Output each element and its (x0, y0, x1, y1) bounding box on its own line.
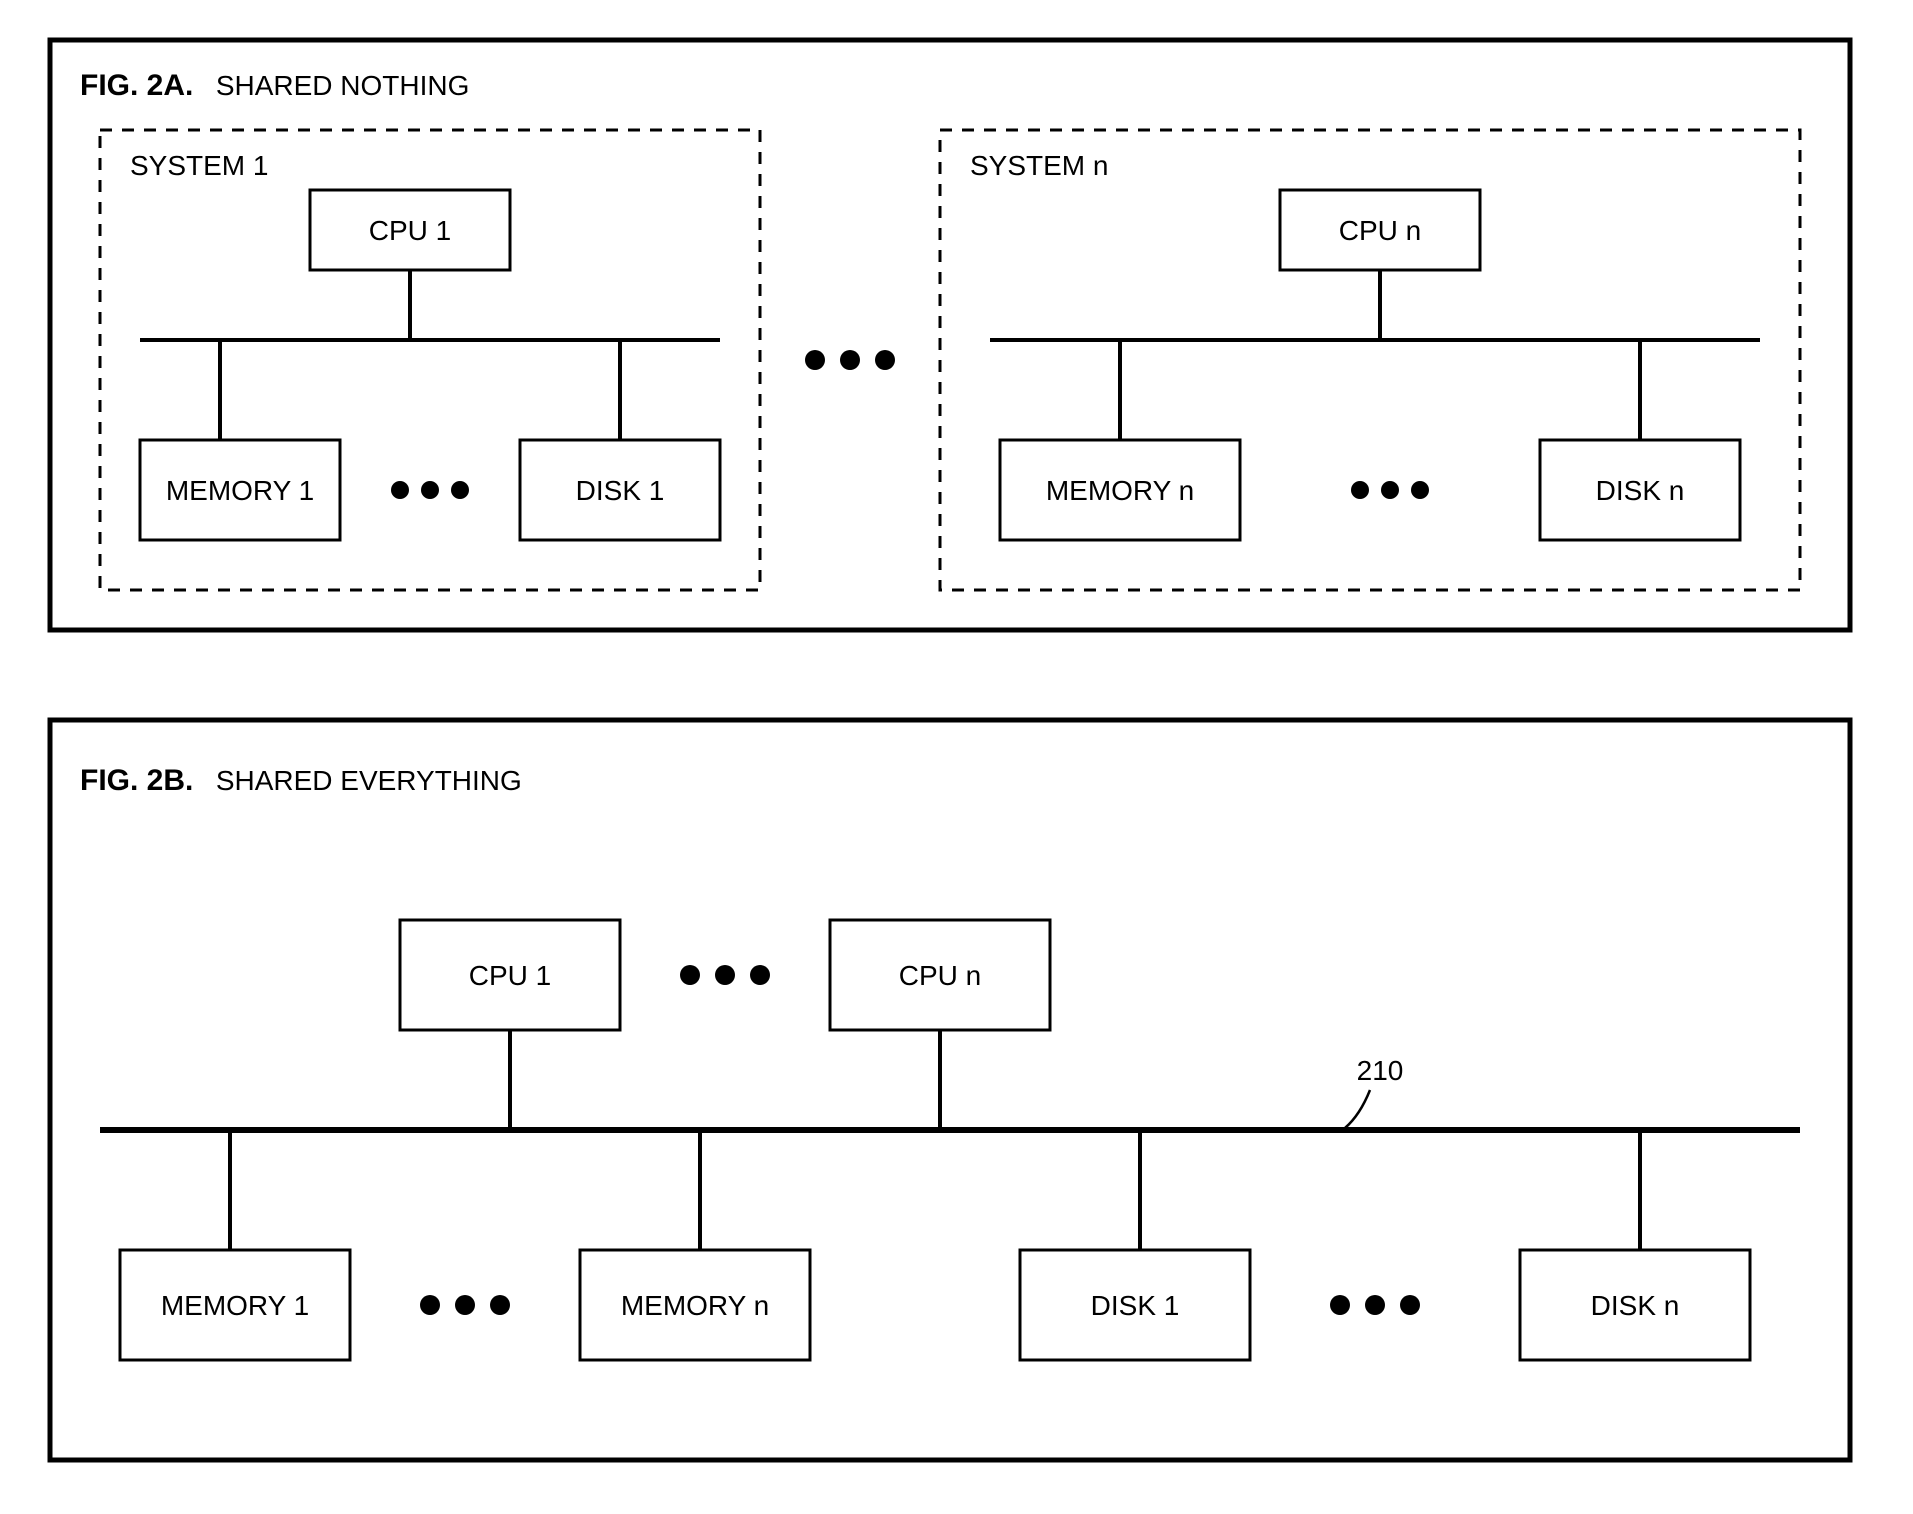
fig-2a: FIG. 2A. SHARED NOTHING SYSTEM 1 CPU 1 M… (50, 40, 1850, 630)
system-n-ellipsis-icon (1351, 481, 1429, 499)
fig-2b: FIG. 2B. SHARED EVERYTHING CPU 1 CPU n 2… (50, 720, 1850, 1460)
fig-2b-id: FIG. 2B. (80, 764, 193, 797)
memory-n-label: MEMORY n (621, 1290, 769, 1321)
bus-ref-leader (1345, 1090, 1370, 1128)
fig-2a-title: SHARED NOTHING (216, 70, 470, 101)
system-1-label: SYSTEM 1 (130, 150, 268, 181)
cpu-n-label: CPU n (899, 960, 981, 991)
cpu-ellipsis-icon (680, 965, 770, 985)
fig-2a-ellipsis-icon (805, 350, 895, 370)
system-1-memory-label: MEMORY 1 (166, 475, 314, 506)
diagram-root: FIG. 2A. SHARED NOTHING SYSTEM 1 CPU 1 M… (0, 0, 1913, 1514)
system-n-memory-label: MEMORY n (1046, 475, 1194, 506)
fig-2b-title: SHARED EVERYTHING (216, 765, 522, 796)
system-n-cpu-label: CPU n (1339, 215, 1421, 246)
system-n-disk-label: DISK n (1596, 475, 1685, 506)
disk-ellipsis-icon (1330, 1295, 1420, 1315)
cpu-1-label: CPU 1 (469, 960, 551, 991)
fig-2a-caption: FIG. 2A. SHARED NOTHING (80, 69, 469, 102)
system-1-cpu-label: CPU 1 (369, 215, 451, 246)
fig-2a-id: FIG. 2A. (80, 69, 193, 102)
system-1: SYSTEM 1 CPU 1 MEMORY 1 DISK 1 (100, 130, 760, 590)
disk-n-label: DISK n (1591, 1290, 1680, 1321)
system-n: SYSTEM n CPU n MEMORY n DISK n (940, 130, 1800, 590)
memory-1-label: MEMORY 1 (161, 1290, 309, 1321)
fig-2b-caption: FIG. 2B. SHARED EVERYTHING (80, 764, 522, 797)
bus-ref-label: 210 (1357, 1055, 1404, 1086)
system-1-disk-label: DISK 1 (576, 475, 665, 506)
system-n-label: SYSTEM n (970, 150, 1108, 181)
system-1-ellipsis-icon (391, 481, 469, 499)
memory-ellipsis-icon (420, 1295, 510, 1315)
disk-1-label: DISK 1 (1091, 1290, 1180, 1321)
